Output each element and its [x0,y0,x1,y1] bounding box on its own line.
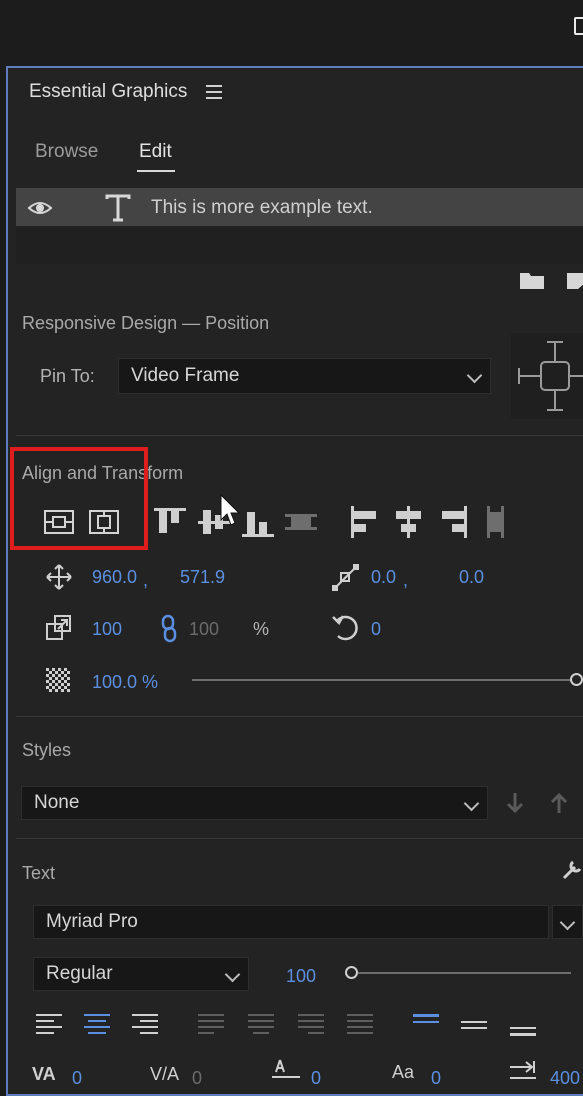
panel-menu-icon[interactable] [206,85,222,99]
window-icon[interactable] [574,17,583,35]
distribute-horizontal-icon[interactable] [480,506,512,538]
align-left-icon[interactable] [349,506,381,538]
align-text-right-icon[interactable] [132,1013,160,1037]
kerning-value[interactable]: 0 [72,1068,82,1089]
font-size-value[interactable]: 100 [286,966,316,987]
new-layer-icon[interactable] [565,271,583,289]
distribute-vertical-icon[interactable] [285,506,317,538]
rotation-icon [332,615,358,641]
align-text-left-icon[interactable] [36,1013,64,1037]
wrench-icon[interactable] [562,858,583,882]
pin-to-label: Pin To: [40,366,95,386]
align-text-center-icon[interactable] [84,1013,112,1037]
styles-value: None [34,792,80,813]
text-heading: Text [22,863,56,883]
push-style-up-icon[interactable] [550,792,568,814]
font-family-dropdown[interactable]: Myriad Pro [33,905,549,939]
tab-edit-underline [137,170,175,172]
kerning-icon: VA [32,1064,56,1084]
tracking-value[interactable]: 0 [192,1068,202,1089]
tab-browse[interactable]: Browse [35,141,98,163]
font-family-dropdown-button[interactable] [552,905,583,939]
layer-list-empty-area [16,226,583,264]
opacity-value[interactable]: 100.0 % [92,672,158,693]
chevron-down-icon [463,795,480,812]
anchor-x-value[interactable]: 0.0 [371,567,396,588]
scale-unit: % [253,619,270,639]
justify-center-icon[interactable] [248,1013,276,1037]
pin-target-icon[interactable] [516,338,583,414]
responsive-design-heading: Responsive Design — Position [22,313,270,333]
push-style-down-icon[interactable] [506,792,524,814]
mouse-cursor-icon [220,493,241,526]
font-style-dropdown[interactable]: Regular [33,957,249,991]
justify-all-icon[interactable] [347,1013,375,1037]
tab-edit[interactable]: Edit [139,141,172,163]
top-strip [0,0,583,66]
font-size-slider-track[interactable] [358,972,571,974]
chevron-down-icon [559,914,576,931]
chevron-down-icon [224,966,241,983]
opacity-slider-track[interactable] [192,679,577,681]
scale-linked-value: 100 [189,619,220,639]
scale-value[interactable]: 100 [92,619,122,640]
justify-right-icon[interactable] [298,1013,326,1037]
opacity-checker-icon [46,668,70,692]
center-align-text-vertically-icon[interactable] [461,1013,489,1037]
divider [16,435,583,436]
anchor-separator: , [403,570,409,590]
scale-icon [46,615,71,640]
bottom-align-text-icon[interactable] [510,1013,538,1037]
top-align-text-icon[interactable] [413,1013,441,1037]
styles-dropdown[interactable]: None [21,786,488,820]
position-move-icon [46,564,72,590]
align-top-icon[interactable] [154,506,186,538]
folder-icon[interactable] [520,271,544,289]
font-size-slider-knob[interactable] [345,966,358,979]
leading-icon [272,1059,300,1078]
eye-icon[interactable] [27,200,53,216]
align-right-icon[interactable] [437,506,469,538]
layer-text: This is more example text. [151,197,373,218]
link-icon[interactable] [161,614,177,643]
tab-width-value[interactable]: 400 [550,1068,580,1089]
divider [16,716,583,717]
anchor-y-value[interactable]: 0.0 [459,567,484,588]
leading-value[interactable]: 0 [311,1068,321,1089]
divider [16,838,583,839]
panel-title: Essential Graphics [29,81,188,102]
tracking-icon: V/A [150,1064,180,1084]
pin-to-dropdown[interactable]: Video Frame [118,358,491,394]
position-y-value[interactable]: 571.9 [180,567,225,588]
tab-width-icon [510,1061,536,1079]
font-style-value: Regular [46,963,113,984]
align-to-selection-icon[interactable] [44,510,74,534]
highlight-box [10,447,148,550]
align-to-video-frame-icon[interactable] [89,510,119,534]
anchor-point-icon [332,564,359,591]
justify-left-icon[interactable] [198,1013,226,1037]
pin-to-value: Video Frame [131,365,240,386]
text-layer-icon [105,194,131,222]
baseline-shift-value[interactable]: 0 [431,1068,441,1089]
rotation-value[interactable]: 0 [371,619,381,640]
font-family-value: Myriad Pro [46,911,138,932]
position-x-value[interactable]: 960.0 [92,567,137,588]
align-horizontal-center-icon[interactable] [393,506,425,538]
styles-heading: Styles [22,740,72,760]
align-bottom-icon[interactable] [242,506,274,538]
position-separator: , [143,570,149,590]
opacity-slider-knob[interactable] [570,673,583,686]
chevron-down-icon [466,367,483,384]
